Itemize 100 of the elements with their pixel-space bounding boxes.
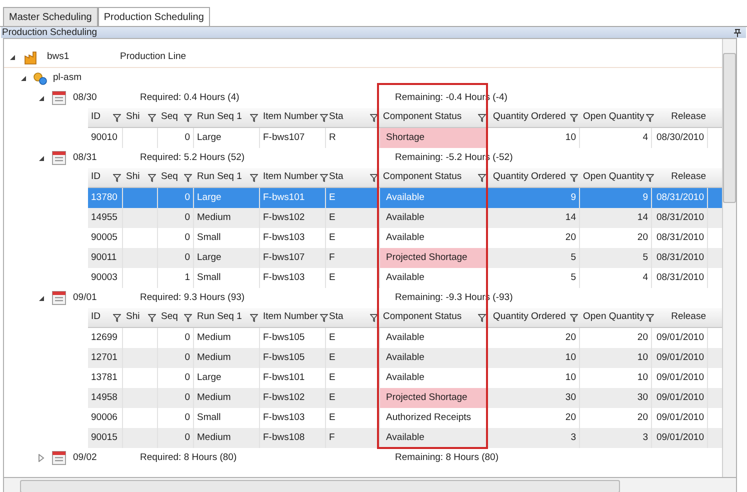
filter-icon[interactable]	[570, 114, 578, 122]
node-description: Production Line	[120, 50, 186, 64]
table-row[interactable]: 12701 0 Medium F-bws105 E Available 10 10 09/01/2010	[88, 348, 722, 368]
column-header[interactable]: Shi	[123, 310, 158, 325]
date-label[interactable]: 08/31	[73, 150, 133, 166]
column-header[interactable]: Sta	[326, 110, 380, 125]
date-label[interactable]: 08/30	[73, 90, 133, 106]
filter-icon[interactable]	[250, 174, 258, 182]
pin-icon[interactable]	[734, 28, 741, 36]
filter-icon[interactable]	[478, 174, 486, 182]
table-cell: F	[326, 428, 380, 448]
expand-arrow-icon[interactable]	[38, 454, 45, 462]
table-cell: 3	[488, 428, 580, 448]
tab[interactable]: Production Scheduling	[98, 7, 210, 26]
calendar-icon	[52, 451, 66, 465]
filter-icon[interactable]	[148, 114, 156, 122]
filter-icon[interactable]	[250, 114, 258, 122]
tree-node-label[interactable]: bws1	[47, 50, 112, 65]
vertical-scrollbar[interactable]	[722, 39, 736, 477]
column-header[interactable]: Open Quantity	[580, 110, 652, 125]
table-cell: 4	[580, 128, 652, 148]
column-header[interactable]: Item Number	[260, 170, 326, 185]
filter-icon[interactable]	[570, 174, 578, 182]
calendar-icon	[52, 151, 66, 165]
table-row[interactable]: 90011 0 Large F-bws107 F Projected Shortage 5 5 08/31/2010	[88, 248, 722, 268]
column-header[interactable]: Release	[652, 110, 708, 125]
column-header[interactable]: Release	[652, 310, 708, 325]
gears-icon	[33, 72, 47, 84]
table-row[interactable]: 14958 0 Medium F-bws102 E Projected Shortage 30 30 09/01/2010	[88, 388, 722, 408]
table-cell: 0	[158, 128, 194, 148]
filter-icon[interactable]	[646, 314, 654, 322]
filter-icon[interactable]	[320, 314, 328, 322]
collapse-arrow-icon[interactable]	[9, 54, 16, 61]
filter-icon[interactable]	[184, 174, 192, 182]
collapse-arrow-icon[interactable]	[38, 294, 45, 302]
table-cell: 4	[580, 268, 652, 288]
column-header[interactable]: Quantity Ordered	[488, 170, 580, 185]
filter-icon[interactable]	[370, 314, 378, 322]
filter-icon[interactable]	[320, 174, 328, 182]
filter-icon[interactable]	[646, 114, 654, 122]
column-header[interactable]: Run Seq 1	[194, 310, 260, 325]
filter-icon[interactable]	[478, 114, 486, 122]
filter-icon[interactable]	[370, 114, 378, 122]
filter-icon[interactable]	[250, 314, 258, 322]
filter-icon[interactable]	[184, 114, 192, 122]
column-header[interactable]: Seq	[158, 310, 194, 325]
filter-icon[interactable]	[184, 314, 192, 322]
column-header[interactable]: Open Quantity	[580, 310, 652, 325]
column-header[interactable]: Quantity Ordered	[488, 310, 580, 325]
table-cell: 90003	[88, 268, 123, 288]
column-header[interactable]: Seq	[158, 170, 194, 185]
table-cell: 90010	[88, 128, 123, 148]
column-header[interactable]: Run Seq 1	[194, 110, 260, 125]
horizontal-scrollbar[interactable]	[3, 478, 737, 492]
column-header[interactable]: Shi	[123, 110, 158, 125]
panel-title: Production Scheduling	[2, 28, 98, 38]
column-header[interactable]: ID	[88, 310, 123, 325]
table-cell: Projected Shortage	[380, 248, 488, 268]
filter-icon[interactable]	[646, 174, 654, 182]
table-row[interactable]: 14955 0 Medium F-bws102 E Available 14 14 08/31/2010	[88, 208, 722, 228]
column-header[interactable]: Run Seq 1	[194, 170, 260, 185]
column-header[interactable]: Release	[652, 170, 708, 185]
column-header[interactable]: Item Number	[260, 110, 326, 125]
column-header[interactable]: Sta	[326, 310, 380, 325]
filter-icon[interactable]	[148, 314, 156, 322]
collapse-arrow-icon[interactable]	[20, 74, 27, 82]
column-header[interactable]: Sta	[326, 170, 380, 185]
table-cell: 10	[488, 128, 580, 148]
column-header[interactable]: Quantity Ordered	[488, 110, 580, 125]
filter-icon[interactable]	[478, 314, 486, 322]
table-cell: E	[326, 268, 380, 288]
required-hours: Required: 9.3 Hours (93)	[140, 290, 246, 305]
table-cell: 0	[158, 428, 194, 448]
column-header[interactable]: Open Quantity	[580, 170, 652, 185]
column-header[interactable]: Component Status	[380, 170, 488, 185]
calendar-icon	[52, 291, 66, 305]
collapse-arrow-icon[interactable]	[38, 154, 45, 162]
filter-icon[interactable]	[113, 114, 121, 122]
collapse-arrow-icon[interactable]	[38, 94, 45, 102]
column-header[interactable]: Shi	[123, 170, 158, 185]
filter-icon[interactable]	[113, 174, 121, 182]
column-header[interactable]: Seq	[158, 110, 194, 125]
column-header[interactable]: Component Status	[380, 110, 488, 125]
table-cell: Projected Shortage	[380, 388, 488, 408]
filter-icon[interactable]	[370, 174, 378, 182]
column-header[interactable]: Item Number	[260, 310, 326, 325]
tab[interactable]: Master Scheduling	[3, 7, 98, 26]
table-row[interactable]: 90015 0 Medium F-bws108 F Available 3 3 09/01/2010	[88, 428, 722, 448]
table-cell: 08/30/2010	[652, 128, 708, 148]
column-header[interactable]: ID	[88, 110, 123, 125]
table-cell: 1	[158, 268, 194, 288]
filter-icon[interactable]	[320, 114, 328, 122]
column-header[interactable]: ID	[88, 170, 123, 185]
date-label[interactable]: 09/01	[73, 290, 133, 306]
column-header[interactable]: Component Status	[380, 310, 488, 325]
tree-node-label[interactable]: pl-asm	[53, 70, 82, 86]
filter-icon[interactable]	[570, 314, 578, 322]
date-label[interactable]: 09/02	[73, 450, 133, 466]
filter-icon[interactable]	[148, 174, 156, 182]
filter-icon[interactable]	[113, 314, 121, 322]
